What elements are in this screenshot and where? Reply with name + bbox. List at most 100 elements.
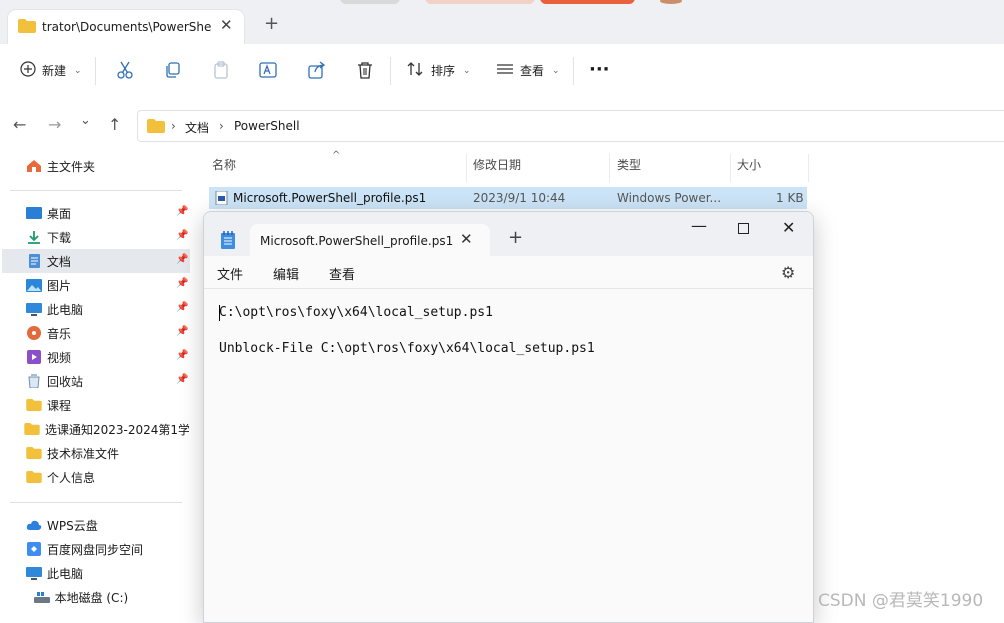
tab-explorer-powershell[interactable]: trator\Documents\PowerShell ✕ [8,10,244,44]
rename-icon[interactable] [259,61,277,82]
notepad-text-area[interactable]: C:\opt\ros\foxy\x64\local_setup.ps1 Unbl… [204,289,813,622]
maximize-icon[interactable] [738,223,749,234]
sidebar-item-documents[interactable]: 文档 📌 [2,249,190,273]
sidebar-item-label: 回收站 [47,374,84,389]
new-tab-button[interactable]: + [264,15,279,33]
background-window-edge [425,0,535,4]
desktop-icon [25,206,43,220]
sidebar-item-videos[interactable]: 视频 📌 [0,345,195,369]
breadcrumb-separator-icon: › [219,119,224,133]
view-label: 查看 [520,64,545,78]
sidebar-item-tech-standards[interactable]: 技术标准文件 [0,441,195,465]
sort-icon [407,61,425,80]
menu-edit[interactable]: 编辑 [273,264,299,283]
view-button[interactable]: 查看 ⌄ [496,61,560,80]
sidebar-item-personal-info[interactable]: 个人信息 [0,465,195,489]
sidebar-item-label: 技术标准文件 [47,446,120,461]
delete-icon[interactable] [356,61,374,82]
notepad-title-bar[interactable]: Microsoft.PowerShell_profile.ps1 ✕ + — ✕ [204,212,813,256]
sidebar-item-this-pc-2[interactable]: 此电脑 [0,561,195,585]
sidebar-item-pictures[interactable]: 图片 📌 [0,273,195,297]
sidebar-item-baidu-sync[interactable]: 百度网盘同步空间 [0,537,195,561]
sidebar-divider [10,502,182,503]
minimize-icon[interactable]: — [691,216,707,235]
toolbar-divider [390,57,391,85]
paste-icon[interactable] [212,61,230,82]
settings-gear-icon[interactable]: ⚙ [781,263,795,282]
sidebar-item-home[interactable]: 主文件夹 [0,154,195,178]
sidebar-item-this-pc[interactable]: 此电脑 📌 [0,297,195,321]
sidebar-item-local-disk-c[interactable]: 本地磁盘 (C:) [0,585,195,609]
column-divider[interactable] [808,154,809,182]
watermark-text: CSDN @君莫笑1990 [818,591,984,611]
toolbar-divider [573,57,574,85]
sidebar-divider [10,190,182,191]
recent-locations-chevron-icon[interactable]: ⌄ [80,113,91,128]
sidebar-item-music[interactable]: 音乐 📌 [0,321,195,345]
close-tab-icon[interactable]: ✕ [460,230,473,248]
file-row[interactable]: Microsoft.PowerShell_profile.ps1 2023/9/… [209,187,807,209]
view-list-icon [496,61,514,80]
explorer-title-bar: trator\Documents\PowerShell ✕ + [0,0,1004,44]
more-options-button[interactable]: ··· [589,59,610,80]
pin-icon: 📌 [176,326,189,337]
plus-circle-icon [20,61,36,80]
drive-icon [33,590,51,604]
column-divider[interactable] [609,154,610,182]
computer-icon [25,566,43,580]
column-divider[interactable] [466,154,467,182]
sidebar-item-label: 课程 [47,398,72,413]
pin-icon: 📌 [176,230,189,241]
sidebar-item-downloads[interactable]: 下载 📌 [0,225,195,249]
pin-icon: 📌 [176,350,189,361]
command-bar: 新建 ⌄ 排序 ⌄ 查看 ⌄ ··· [0,44,1004,99]
address-bar[interactable]: › 文档 › PowerShell [137,110,1004,142]
new-tab-button[interactable]: + [508,229,523,247]
sidebar-item-label: 桌面 [47,206,72,221]
computer-icon [25,302,43,316]
editor-line-3: Unblock-File C:\opt\ros\foxy\x64\local_s… [219,341,595,356]
sidebar-item-recycle-bin[interactable]: 回收站 📌 [0,369,195,393]
column-divider[interactable] [730,154,731,182]
pin-icon: 📌 [176,374,189,385]
column-header-size[interactable]: 大小 [737,156,761,180]
column-header-name[interactable]: 名称 [212,156,236,180]
sidebar-item-course-notice[interactable]: 选课通知2023-2024第1学期 [0,417,195,441]
breadcrumb-documents[interactable]: 文档 [185,119,209,136]
forward-arrow-icon[interactable]: → [48,115,61,134]
sort-button[interactable]: 排序 ⌄ [407,61,471,80]
column-header-type[interactable]: 类型 [617,156,641,180]
sidebar-item-wps-cloud[interactable]: WPS云盘 [0,513,195,537]
tab-title: trator\Documents\PowerShell [42,20,212,34]
video-icon [25,350,43,364]
close-tab-icon[interactable]: ✕ [220,16,233,34]
close-window-icon[interactable]: ✕ [782,218,795,237]
powershell-script-icon [215,190,229,208]
pin-icon: 📌 [176,206,189,217]
notepad-window: Microsoft.PowerShell_profile.ps1 ✕ + — ✕… [203,211,814,623]
cut-icon[interactable] [116,61,134,82]
column-header-date[interactable]: 修改日期 [473,156,521,180]
sidebar-item-desktop[interactable]: 桌面 📌 [0,201,195,225]
sort-label: 排序 [431,64,456,78]
sidebar-item-label: 音乐 [47,326,72,341]
pin-icon: 📌 [176,278,189,289]
tab-notepad-file[interactable]: Microsoft.PowerShell_profile.ps1 ✕ [250,224,490,256]
up-arrow-icon[interactable]: ↑ [108,115,121,134]
background-avatar [660,0,682,4]
menu-file[interactable]: 文件 [217,264,243,283]
editor-line-1: C:\opt\ros\foxy\x64\local_setup.ps1 [219,305,493,320]
sidebar-item-course[interactable]: 课程 [0,393,195,417]
cloud-icon [25,518,43,532]
back-arrow-icon[interactable]: ← [13,115,26,134]
pin-icon: 📌 [176,302,189,313]
share-icon[interactable] [308,61,326,82]
copy-icon[interactable] [164,61,182,82]
tab-title: Microsoft.PowerShell_profile.ps1 [260,234,454,248]
breadcrumb-powershell[interactable]: PowerShell [234,119,300,133]
menu-view[interactable]: 查看 [329,264,355,283]
navigation-pane: 主文件夹 桌面 📌 下载 📌 文档 📌 图片 📌 此电脑 📌 音乐 📌 视频 📌… [0,154,196,616]
new-button[interactable]: 新建 ⌄ [20,61,82,80]
chevron-down-icon: ⌄ [74,65,82,76]
folder-icon [25,398,43,412]
